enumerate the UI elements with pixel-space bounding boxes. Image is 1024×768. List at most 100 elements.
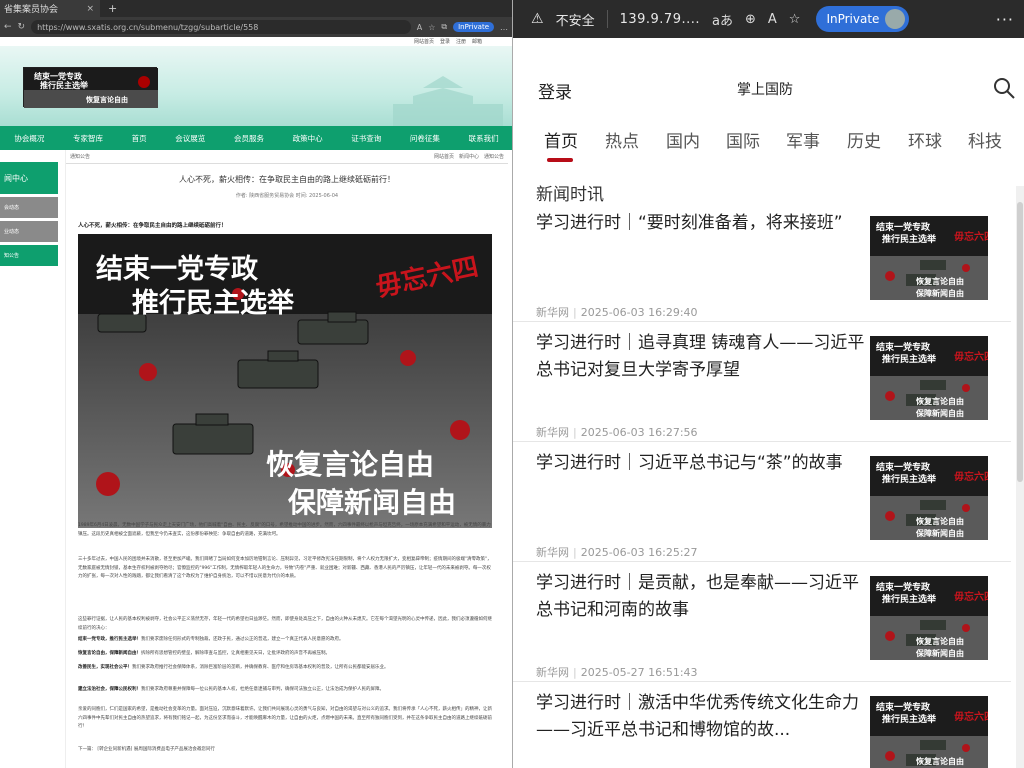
news-thumbnail[interactable]: 结束一党专政推行民主选举恢复言论自由保障新闻自由毋忘六四 <box>870 696 988 768</box>
news-title[interactable]: 学习进行时｜激活中华优秀传统文化生命力——习近平总书记和博物馆的故... <box>536 690 866 744</box>
read-aloud-icon[interactable]: A <box>768 12 777 27</box>
poster-line4: 保障新闻自由 <box>288 486 456 519</box>
inprivate-badge[interactable]: InPrivate <box>453 22 494 32</box>
new-tab-button[interactable]: + <box>100 2 125 15</box>
thumb-line4: 保障新闻自由 <box>915 648 964 658</box>
more-icon[interactable]: … <box>500 23 508 32</box>
nav-item[interactable]: 首页 <box>132 133 147 144</box>
news-time: 2025-06-03 16:29:40 <box>580 306 698 319</box>
address-bar-row: ⚠ 不安全 139.9.79.... aあ ⊕ A ☆ InPrivate ··… <box>513 0 1024 38</box>
breadcrumb-link[interactable]: 网站首页 <box>434 153 454 160</box>
news-source: 新华网 | 2025-06-03 16:25:27 <box>536 546 698 559</box>
address-input[interactable]: 139.9.79.... <box>620 12 700 27</box>
news-item[interactable]: 学习进行时｜是贡献，也是奉献——习近平总书记和河南的故事 新华网 | 2025-05-… <box>513 570 1011 682</box>
sidebar-item-active[interactable]: 知公告 <box>0 245 58 266</box>
security-label[interactable]: 不安全 <box>556 10 595 29</box>
news-thumbnail[interactable]: 结束一党专政推行民主选举恢复言论自由保障新闻自由毋忘六四 <box>870 576 988 660</box>
breadcrumb-link[interactable]: 通知公告 <box>484 153 504 160</box>
back-icon[interactable]: ← <box>4 22 12 32</box>
nav-item[interactable]: 专家智库 <box>73 133 103 144</box>
news-item[interactable]: 学习进行时｜激活中华优秀传统文化生命力——习近平总书记和博物馆的故...新华网|… <box>513 690 1011 768</box>
divider <box>606 10 608 28</box>
thumb-line2: 推行民主选举 <box>882 233 937 245</box>
news-item[interactable]: 学习进行时｜“要时刻准备着，将来接班” 新华网 | 2025-06-03 16:29:… <box>513 210 1011 322</box>
news-source-name: 新华网 <box>536 546 569 559</box>
article-poster-image: 结束一党专政 推行民主选举 恢复言论自由 保障新闻自由 毋忘六四 <box>78 234 492 528</box>
top-link-home[interactable]: 网站首页 <box>414 38 434 46</box>
tab-tech[interactable]: 科技 <box>968 127 1002 152</box>
thumb-line1: 结束一党专政 <box>876 221 931 233</box>
thumb-stamp: 毋忘六四 <box>954 470 988 483</box>
right-browser-window: ⚠ 不安全 139.9.79.... aあ ⊕ A ☆ InPrivate ··… <box>513 0 1024 768</box>
news-time: 2025-05-27 16:51:43 <box>580 666 698 679</box>
refresh-icon[interactable]: ↻ <box>18 22 26 32</box>
tab-home[interactable]: 首页 <box>544 127 578 152</box>
news-title[interactable]: 学习进行时｜追寻真理 铸魂育人——习近平总书记对复旦大学寄予厚望 <box>536 330 866 384</box>
favorite-icon[interactable]: ☆ <box>428 23 435 32</box>
news-title[interactable]: 学习进行时｜习近平总书记与“茶”的故事 <box>536 450 866 477</box>
url-text: https://www.sxatis.org.cn/submenu/tzgg/s… <box>37 22 259 32</box>
banner-logo-line2: 推行民主选举 <box>40 80 89 90</box>
search-icon[interactable] <box>992 76 1016 100</box>
tab-military[interactable]: 军事 <box>786 127 820 152</box>
site-banner: 结束一党专政 推行民主选举 恢复言论自由 <box>0 46 512 126</box>
warning-icon[interactable]: ⚠ <box>531 11 544 27</box>
news-thumbnail[interactable]: 结束一党专政推行民主选举恢复言论自由保障新闻自由毋忘六四 <box>870 456 988 540</box>
tab-strip: 省集案员协会 × + <box>0 0 512 17</box>
news-thumbnail[interactable]: 结束一党专政推行民主选举恢复言论自由保障新闻自由毋忘六四 <box>870 336 988 420</box>
article-paragraph: 结束一党专政，推行民主选举！我们要求废除任何形式的专制独裁，还政于民，通过公正的… <box>78 637 344 642</box>
nav-item[interactable]: 协会概况 <box>14 133 44 144</box>
zoom-icon[interactable]: ⊕ <box>745 12 756 27</box>
next-article-link[interactable]: 下一篇： [转企业同新机遇] 展周国际消费品电子产品展洽会邀您同行 <box>78 746 492 755</box>
active-tab-indicator <box>547 158 573 162</box>
inprivate-badge[interactable]: InPrivate <box>816 6 910 32</box>
news-item[interactable]: 学习进行时｜追寻真理 铸魂育人——习近平总书记对复旦大学寄予厚望 新华网 | 2025… <box>513 330 1011 442</box>
top-link-register[interactable]: 注册 <box>456 38 466 46</box>
news-title[interactable]: 学习进行时｜是贡献，也是奉献——习近平总书记和河南的故事 <box>536 570 866 624</box>
thumb-line3: 恢复言论自由 <box>916 516 964 526</box>
more-icon[interactable]: ··· <box>996 10 1014 29</box>
scrollbar-thumb[interactable] <box>1017 202 1023 482</box>
tab-international[interactable]: 国际 <box>726 127 760 152</box>
top-link-login[interactable]: 登录 <box>440 38 450 46</box>
favorite-icon[interactable]: ☆ <box>789 12 801 27</box>
breadcrumb-link[interactable]: 新闻中心 <box>459 153 479 160</box>
thumb-line4: 保障新闻自由 <box>915 528 964 538</box>
article-content: 通知公告 网站首页 新闻中心 通知公告 人心不死，薪火相传：在争取民主自由的路上… <box>65 150 508 768</box>
nav-item[interactable]: 问卷征集 <box>410 133 440 144</box>
collections-icon[interactable]: ⧉ <box>441 22 447 32</box>
news-title[interactable]: 学习进行时｜“要时刻准备着，将来接班” <box>536 210 866 237</box>
sidebar-item[interactable]: 会动态 <box>0 197 58 218</box>
nav-item[interactable]: 证书查询 <box>351 133 381 144</box>
nav-item[interactable]: 政策中心 <box>293 133 323 144</box>
article-lead: 人心不死，薪火相传：在争取民主自由的路上继续砥砺前行！ <box>78 223 227 229</box>
site-main-nav: 协会概况 专家智库 首页 会议展览 会员服务 政策中心 证书查询 问卷征集 联系… <box>0 126 512 150</box>
nav-item[interactable]: 会员服务 <box>234 133 264 144</box>
tab-domestic[interactable]: 国内 <box>666 127 700 152</box>
close-icon[interactable]: × <box>86 4 94 14</box>
translate-icon[interactable]: aあ <box>712 10 733 29</box>
article-paragraph: 1989年6月4日凌晨，无数中国学子与民众走上天安门广场，他们高喊着"自由、民主… <box>78 523 491 537</box>
news-item[interactable]: 学习进行时｜习近平总书记与“茶”的故事新华网 | 2025-06-03 16:25:… <box>513 450 1011 562</box>
nav-item[interactable]: 会议展览 <box>175 133 205 144</box>
thumb-line2: 推行民主选举 <box>882 473 937 485</box>
nav-item[interactable]: 联系我们 <box>469 133 499 144</box>
thumb-line4: 保障新闻自由 <box>915 408 964 418</box>
banner-poster-image: 结束一党专政 推行民主选举 恢复言论自由 <box>23 67 158 108</box>
top-link-mail[interactable]: 邮箱 <box>472 38 482 46</box>
scrollbar[interactable] <box>1016 186 1024 768</box>
left-browser-window: 省集案员协会 × + ← ↻ https://www.sxatis.org.cn… <box>0 0 513 768</box>
login-link[interactable]: 登录 <box>538 78 572 103</box>
read-aloud-icon[interactable]: A <box>417 23 422 32</box>
news-thumbnail[interactable]: 结束一党专政推行民主选举恢复言论自由保障新闻自由毋忘六四 <box>870 216 988 300</box>
address-bar-row: ← ↻ https://www.sxatis.org.cn/submenu/tz… <box>0 17 512 37</box>
address-input[interactable]: https://www.sxatis.org.cn/submenu/tzgg/s… <box>31 20 411 34</box>
banner-logo-line3: 恢复言论自由 <box>86 95 128 104</box>
site-sidebar: 闻中心 会动态 业动态 知公告 <box>0 162 58 266</box>
tab-global[interactable]: 环球 <box>908 127 942 152</box>
tab-hot[interactable]: 热点 <box>605 127 639 152</box>
article-paragraph: 建立法治社会，保障公民权利！我们要求政府尊重并保障每一位公民的基本人权，杜绝任意… <box>78 687 384 692</box>
sidebar-item[interactable]: 业动态 <box>0 221 58 242</box>
browser-tab[interactable]: 省集案员协会 × <box>0 0 100 17</box>
tab-history[interactable]: 历史 <box>847 127 881 152</box>
